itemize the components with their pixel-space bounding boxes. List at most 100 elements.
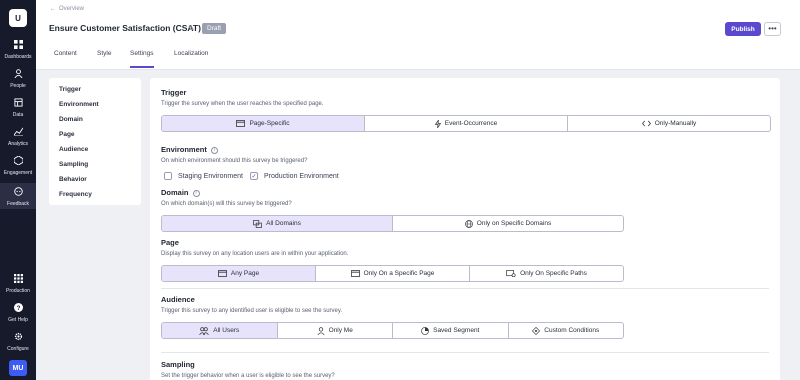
user-icon: [317, 326, 325, 335]
nav-label: Analytics: [7, 141, 28, 147]
pencil-icon[interactable]: ✎: [188, 24, 195, 33]
option-label: Only On a Specific Page: [363, 270, 435, 277]
help-icon: ?: [0, 303, 36, 315]
section-link-domain[interactable]: Domain: [59, 116, 83, 123]
domain-heading-text: Domain: [161, 188, 189, 197]
option-label: Only on Specific Domains: [476, 220, 552, 227]
browser-window-icon: [350, 270, 360, 277]
domain-selector: All Domains Only on Specific Domains: [161, 215, 624, 232]
segment-icon: [421, 326, 429, 335]
environment-heading: Environment i: [161, 145, 218, 154]
more-options-button[interactable]: •••: [764, 22, 781, 36]
section-link-audience[interactable]: Audience: [59, 146, 88, 153]
audience-option-saved-segment[interactable]: Saved Segment: [393, 323, 509, 338]
staging-environment-checkbox[interactable]: Staging Environment: [164, 172, 243, 180]
option-label: Only On Specific Paths: [520, 270, 587, 277]
option-label: Event-Occurrence: [444, 120, 498, 127]
nav-configure[interactable]: Configure: [0, 332, 36, 354]
page-option-any[interactable]: Any Page: [162, 266, 316, 281]
audience-description: Trigger this survey to any identified us…: [161, 308, 343, 314]
option-label: Page-Specific: [249, 120, 290, 127]
section-link-page[interactable]: Page: [59, 131, 75, 138]
page-option-specific-page[interactable]: Only On a Specific Page: [316, 266, 470, 281]
environment-heading-text: Environment: [161, 145, 207, 154]
page-title: Ensure Customer Satisfaction (CSAT): [49, 23, 201, 33]
globe-icon: [464, 219, 473, 228]
nav-label: Get Help: [8, 317, 28, 323]
code-icon: [641, 120, 651, 127]
check-icon: ✓: [250, 172, 258, 180]
trigger-option-page-specific[interactable]: Page-Specific: [162, 116, 365, 131]
option-label: Only Me: [328, 327, 353, 334]
domain-option-specific[interactable]: Only on Specific Domains: [393, 216, 623, 231]
publish-button[interactable]: Publish: [725, 22, 761, 36]
status-badge: Draft: [202, 23, 227, 34]
nav-get-help[interactable]: ? Get Help: [0, 303, 36, 325]
audience-option-all-users[interactable]: All Users: [162, 323, 278, 338]
nav-engagement[interactable]: Engagement: [0, 156, 36, 178]
nav-people[interactable]: People: [0, 69, 36, 91]
browser-window-icon: [236, 120, 246, 127]
section-link-behavior[interactable]: Behavior: [59, 176, 87, 183]
nav-label: Dashboards: [4, 54, 32, 60]
divider: [161, 352, 769, 353]
trigger-description: Trigger the survey when the user reaches…: [161, 101, 324, 107]
checkbox-label: Production Environment: [264, 172, 339, 180]
info-icon[interactable]: i: [210, 146, 218, 154]
tab-localization[interactable]: Localization: [174, 50, 208, 66]
audience-option-custom-conditions[interactable]: Custom Conditions: [509, 323, 624, 338]
tab-style[interactable]: Style: [97, 50, 111, 66]
back-link[interactable]: ← Overview: [50, 6, 84, 12]
nav-feedback[interactable]: Feedback: [0, 183, 36, 209]
tab-content[interactable]: Content: [54, 50, 77, 66]
analytics-icon: [0, 127, 36, 139]
svg-text:?: ?: [16, 305, 20, 312]
trigger-option-only-manually[interactable]: Only-Manually: [568, 116, 770, 131]
tab-settings[interactable]: Settings: [130, 50, 154, 68]
arrow-left-icon: ←: [50, 6, 56, 12]
trigger-option-event-occurrence[interactable]: Event-Occurrence: [365, 116, 568, 131]
environment-description: On which environment should this survey …: [161, 158, 308, 164]
user-avatar[interactable]: MU: [9, 360, 27, 376]
page-option-specific-paths[interactable]: Only On Specific Paths: [470, 266, 623, 281]
settings-panel: Trigger Trigger the survey when the user…: [150, 78, 780, 380]
app-sidebar: U Dashboards People Data Analytics Engag…: [0, 0, 36, 380]
option-label: All Domains: [266, 220, 301, 227]
page-description: Display this survey on any location user…: [161, 251, 349, 257]
nav-data[interactable]: Data: [0, 98, 36, 120]
sampling-heading: Sampling: [161, 360, 195, 369]
users-icon: [199, 326, 209, 335]
nav-dashboards[interactable]: Dashboards: [0, 40, 36, 62]
section-link-frequency[interactable]: Frequency: [59, 191, 92, 198]
apps-grid-icon: [0, 274, 36, 286]
back-label: Overview: [59, 6, 85, 12]
nav-production[interactable]: Production: [0, 274, 36, 296]
info-icon[interactable]: i: [192, 189, 200, 197]
production-environment-checkbox[interactable]: ✓ Production Environment: [250, 172, 339, 180]
page-selector: Any Page Only On a Specific Page Only On…: [161, 265, 624, 282]
checkbox-box: [164, 172, 172, 180]
nav-label: Feedback: [7, 201, 29, 207]
section-link-trigger[interactable]: Trigger: [59, 86, 81, 93]
nav-label: Production: [6, 288, 30, 294]
option-label: All Users: [213, 327, 240, 334]
checkbox-label: Staging Environment: [178, 172, 243, 180]
divider: [161, 288, 769, 289]
section-link-environment[interactable]: Environment: [59, 101, 99, 108]
page-heading: Page: [161, 238, 179, 247]
browser-window-icon: [218, 270, 227, 277]
gear-icon: [0, 332, 36, 344]
feedback-icon: [0, 187, 36, 199]
audience-option-only-me[interactable]: Only Me: [278, 323, 393, 338]
domain-description: On which domain(s) will this survey be t…: [161, 201, 292, 207]
section-link-sampling[interactable]: Sampling: [59, 161, 88, 168]
settings-section-nav: Trigger Environment Domain Page Audience…: [49, 78, 141, 205]
app-logo[interactable]: U: [9, 9, 27, 27]
audience-heading: Audience: [161, 295, 195, 304]
domains-icon: [253, 219, 263, 228]
engagement-icon: [0, 156, 36, 168]
page-header: ← Overview Ensure Customer Satisfaction …: [36, 0, 800, 70]
domain-option-all[interactable]: All Domains: [162, 216, 393, 231]
nav-label: People: [10, 83, 26, 89]
nav-analytics[interactable]: Analytics: [0, 127, 36, 149]
